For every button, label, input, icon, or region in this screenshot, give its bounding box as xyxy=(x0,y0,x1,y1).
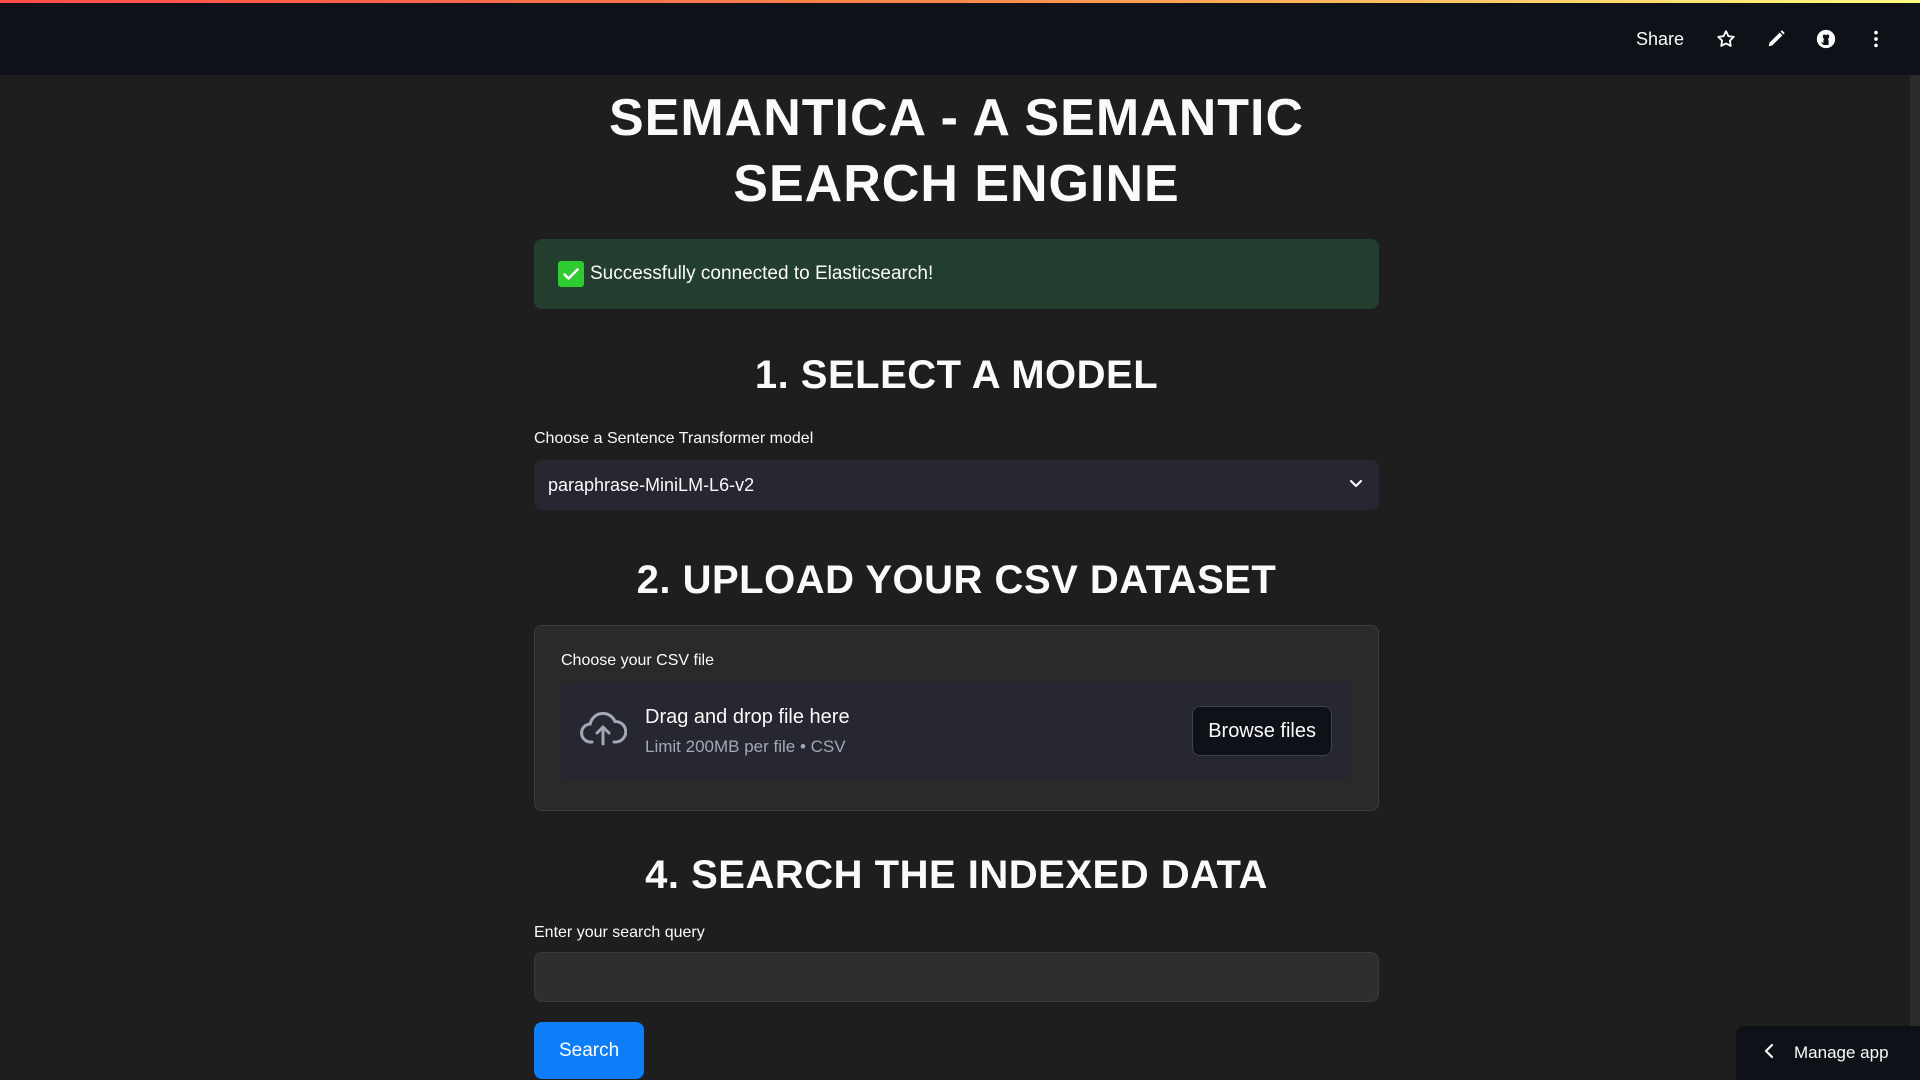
upload-card: Choose your CSV file Drag and drop file … xyxy=(534,625,1379,811)
kebab-menu-icon[interactable] xyxy=(1862,25,1890,53)
chevron-left-icon xyxy=(1762,1043,1776,1064)
dropzone-title: Drag and drop file here xyxy=(645,705,850,728)
upload-label: Choose your CSV file xyxy=(561,652,714,669)
share-link[interactable]: Share xyxy=(1636,29,1684,50)
success-alert-text: Successfully connected to Elasticsearch! xyxy=(590,263,934,284)
dropzone-text: Drag and drop file here Limit 200MB per … xyxy=(645,706,1192,757)
model-select[interactable]: paraphrase-MiniLM-L6-v2 xyxy=(534,460,1379,510)
search-section-heading: 4. SEARCH THE INDEXED DATA xyxy=(645,853,1268,897)
star-icon[interactable] xyxy=(1712,25,1740,53)
check-mark-icon xyxy=(558,261,584,287)
app-header: Share xyxy=(0,3,1920,75)
page-scrollbar[interactable] xyxy=(1910,75,1920,1080)
pencil-icon[interactable] xyxy=(1762,25,1790,53)
page-title-line1: SEMANTICA - A SEMANTIC xyxy=(608,89,1305,147)
model-select-label: Choose a Sentence Transformer model xyxy=(534,430,814,447)
main-content: SEMANTICA - A SEMANTIC SEARCH ENGINE Suc… xyxy=(534,75,1379,1079)
chevron-down-icon xyxy=(1347,474,1365,497)
header-actions: Share xyxy=(1636,3,1890,75)
dropzone-limit: Limit 200MB per file • CSV xyxy=(645,736,846,756)
success-alert: Successfully connected to Elasticsearch! xyxy=(534,239,1379,309)
model-select-value: paraphrase-MiniLM-L6-v2 xyxy=(548,474,755,495)
browse-files-button[interactable]: Browse files xyxy=(1192,706,1332,756)
manage-app-label: Manage app xyxy=(1794,1043,1889,1062)
page-title: SEMANTICA - A SEMANTIC SEARCH ENGINE xyxy=(534,85,1379,217)
model-section-heading: 1. SELECT A MODEL xyxy=(754,353,1159,397)
file-dropzone[interactable]: Drag and drop file here Limit 200MB per … xyxy=(561,682,1352,780)
search-input[interactable] xyxy=(534,952,1379,1002)
cloud-upload-icon xyxy=(579,709,628,754)
search-input-label: Enter your search query xyxy=(534,924,705,941)
page-title-line2: SEARCH ENGINE xyxy=(733,155,1180,213)
upload-section-heading: 2. UPLOAD YOUR CSV DATASET xyxy=(636,558,1277,602)
manage-app-button[interactable]: Manage app xyxy=(1736,1026,1920,1080)
search-button[interactable]: Search xyxy=(534,1022,645,1079)
github-icon[interactable] xyxy=(1812,25,1840,53)
